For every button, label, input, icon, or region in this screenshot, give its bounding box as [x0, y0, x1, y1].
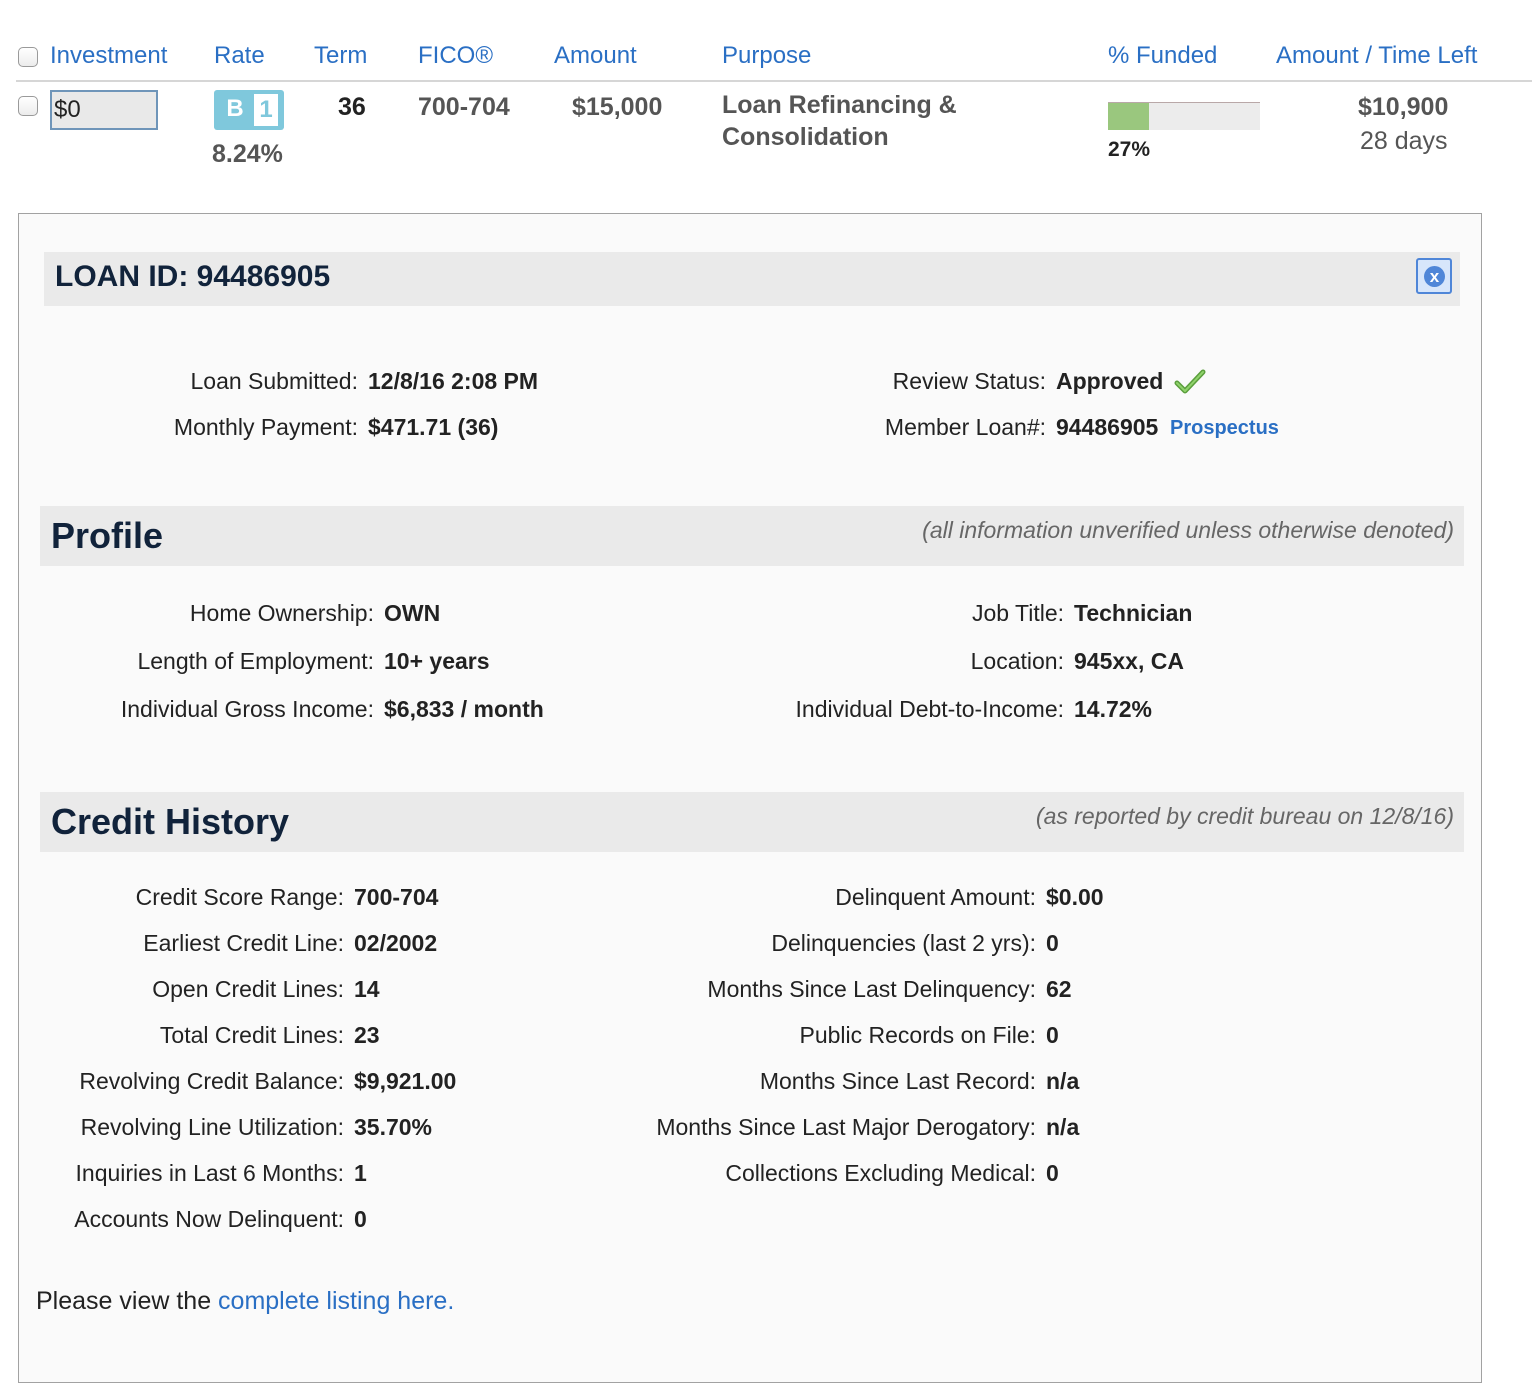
job-title-label: Job Title: — [971, 600, 1064, 626]
review-status-value: Approved — [1056, 368, 1164, 394]
select-all-checkbox[interactable] — [18, 47, 38, 67]
column-header-funded[interactable]: % Funded — [1108, 42, 1217, 70]
loan-term: 36 — [338, 93, 366, 121]
credit-score-range-value: 700-704 — [354, 884, 439, 910]
profile-title: Profile — [51, 515, 164, 556]
debt-to-income-label: Individual Debt-to-Income: — [795, 696, 1064, 722]
total-credit-lines-label: Total Credit Lines: — [159, 1022, 344, 1048]
column-header-term[interactable]: Term — [314, 42, 367, 70]
close-detail-button[interactable]: x — [1416, 258, 1452, 294]
public-records-label: Public Records on File: — [799, 1022, 1037, 1048]
delinquent-amount-label: Delinquent Amount: — [835, 884, 1036, 910]
footer-prefix: Please view the — [36, 1287, 219, 1315]
earliest-credit-line-label: Earliest Credit Line: — [143, 930, 344, 956]
checkmark-icon — [1174, 369, 1206, 394]
header-divider — [16, 80, 1532, 82]
member-loan-label: Member Loan#: — [884, 414, 1046, 440]
earliest-credit-line-value: 02/2002 — [354, 930, 438, 956]
loan-submitted-label: Loan Submitted: — [190, 368, 358, 394]
loan-purpose-line1: Loan Refinancing & — [722, 91, 957, 119]
loan-submitted-value: 12/8/16 2:08 PM — [368, 368, 539, 394]
debt-to-income-value: 14.72% — [1074, 696, 1153, 722]
location-value: 945xx, CA — [1074, 648, 1184, 674]
gross-income-label: Individual Gross Income: — [120, 696, 374, 722]
column-header-amount-time-left[interactable]: Amount / Time Left — [1276, 42, 1477, 70]
collections-label: Collections Excluding Medical: — [725, 1160, 1036, 1186]
revolving-balance-label: Revolving Credit Balance: — [79, 1068, 344, 1094]
loan-purpose-line2: Consolidation — [722, 123, 889, 151]
loan-amount: $15,000 — [572, 93, 663, 121]
public-records-value: 0 — [1046, 1022, 1059, 1048]
home-ownership-label: Home Ownership: — [189, 600, 374, 626]
column-header-fico[interactable]: FICO® — [418, 42, 493, 70]
loan-row-checkbox[interactable] — [18, 96, 38, 116]
funded-progress-bar — [1108, 102, 1260, 130]
home-ownership-value: OWN — [384, 600, 441, 626]
credit-history-note: (as reported by credit bureau on 12/8/16… — [1035, 803, 1454, 829]
close-icon: x — [1424, 266, 1445, 287]
credit-history-title: Credit History — [51, 801, 290, 842]
funded-progress-fill — [1108, 103, 1150, 130]
accounts-delinquent-value: 0 — [354, 1206, 367, 1232]
collections-value: 0 — [1046, 1160, 1059, 1186]
months-since-delinquency-label: Months Since Last Delinquency: — [707, 976, 1036, 1002]
gross-income-value: $6,833 / month — [384, 696, 544, 722]
total-credit-lines-value: 23 — [354, 1022, 380, 1048]
location-label: Location: — [970, 648, 1064, 674]
revolving-utilization-label: Revolving Line Utilization: — [80, 1114, 344, 1140]
column-header-investment[interactable]: Investment — [50, 42, 167, 70]
job-title-value: Technician — [1074, 600, 1193, 626]
investment-amount-input[interactable] — [50, 90, 158, 130]
member-loan-value: 94486905 — [1056, 414, 1159, 440]
review-status-label: Review Status: — [892, 368, 1046, 394]
employment-length-label: Length of Employment: — [137, 648, 374, 674]
open-credit-lines-label: Open Credit Lines: — [152, 976, 344, 1002]
inquiries-label: Inquiries in Last 6 Months: — [75, 1160, 344, 1186]
delinquent-amount-value: $0.00 — [1046, 884, 1104, 910]
column-header-amount[interactable]: Amount — [554, 42, 637, 70]
revolving-balance-value: $9,921.00 — [354, 1068, 457, 1094]
time-left: 28 days — [1360, 127, 1448, 155]
accounts-delinquent-label: Accounts Now Delinquent: — [74, 1206, 344, 1232]
months-since-record-value: n/a — [1046, 1068, 1080, 1094]
prospectus-link[interactable]: Prospectus — [1170, 417, 1279, 440]
months-since-derogatory-value: n/a — [1046, 1114, 1080, 1140]
delinquencies-label: Delinquencies (last 2 yrs): — [771, 930, 1036, 956]
months-since-derogatory-label: Months Since Last Major Derogatory: — [656, 1114, 1036, 1140]
amount-left: $10,900 — [1358, 93, 1449, 121]
delinquencies-value: 0 — [1046, 930, 1059, 956]
inquiries-value: 1 — [354, 1160, 367, 1186]
footer-text: Please view the complete listing here. — [36, 1287, 454, 1316]
profile-note: (all information unverified unless other… — [922, 517, 1454, 543]
monthly-payment-label: Monthly Payment: — [173, 414, 358, 440]
complete-listing-link[interactable]: complete listing here. — [218, 1287, 454, 1315]
funded-percent-label: 27% — [1108, 138, 1151, 161]
months-since-record-label: Months Since Last Record: — [759, 1068, 1036, 1094]
column-header-purpose[interactable]: Purpose — [722, 42, 811, 70]
credit-score-range-label: Credit Score Range: — [135, 884, 344, 910]
revolving-utilization-value: 35.70% — [354, 1114, 433, 1140]
fico-range: 700-704 — [418, 93, 510, 121]
employment-length-value: 10+ years — [384, 648, 490, 674]
months-since-delinquency-value: 62 — [1046, 976, 1072, 1002]
column-header-rate[interactable]: Rate — [214, 42, 265, 70]
grade-badge: B 1 — [214, 90, 284, 130]
open-credit-lines-value: 14 — [354, 976, 380, 1002]
grade-letter: B — [226, 95, 244, 122]
grade-number: 1 — [254, 94, 278, 126]
interest-rate: 8.24% — [212, 140, 283, 168]
loan-id-title: LOAN ID: 94486905 — [55, 260, 331, 293]
monthly-payment-value: $471.71 (36) — [368, 414, 499, 440]
